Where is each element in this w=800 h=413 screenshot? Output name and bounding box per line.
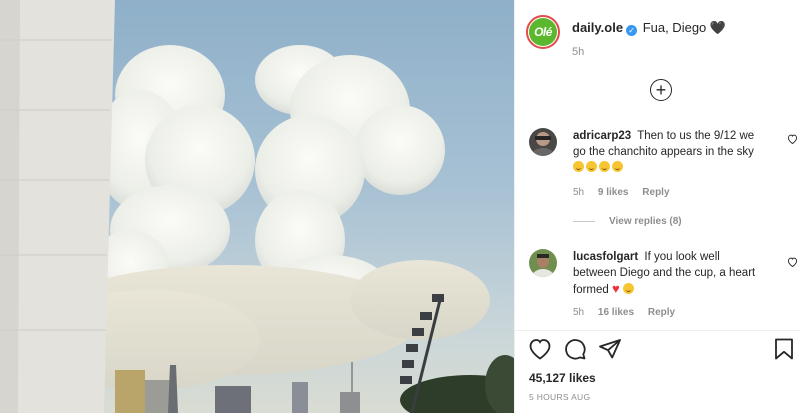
comment-item: lucasfolgart If you look well between Di… (529, 249, 798, 324)
reply-button[interactable]: Reply (648, 307, 675, 318)
comment-username[interactable]: lucasfolgart (573, 251, 638, 263)
sky-clouds-image (0, 0, 514, 413)
comment-username[interactable]: adricarp23 (573, 130, 631, 142)
post-likes-count[interactable]: 45,127 likes (529, 371, 596, 385)
post-photo[interactable] (0, 0, 514, 413)
laughing-emoji-icon (573, 161, 584, 172)
comment-like-icon[interactable] (787, 257, 798, 270)
post-date[interactable]: 5 HOURS AUG (529, 392, 590, 402)
account-avatar[interactable]: Olé (526, 15, 560, 49)
comment-time[interactable]: 5h (573, 187, 584, 198)
header-user-line: daily.ole ✓ Fua, Diego 🖤 (572, 20, 726, 36)
comment-icon[interactable] (563, 338, 587, 365)
post-time[interactable]: 5h (572, 46, 584, 58)
save-icon[interactable] (774, 338, 794, 365)
red-heart-emoji-icon: ♥ (612, 281, 620, 296)
view-replies-button[interactable]: View replies (8) (573, 216, 682, 227)
post-caption: Fua, Diego 🖤 (642, 20, 727, 35)
avatar-photo (529, 128, 557, 156)
comment-meta: 5h 16 likes Reply (573, 307, 686, 318)
post-header: Olé daily.ole ✓ Fua, Diego 🖤 5h (515, 0, 800, 66)
add-circle-icon: + (655, 79, 667, 100)
brand-logo: Olé (529, 18, 557, 46)
laughing-emoji-icon (586, 161, 597, 172)
comment-time[interactable]: 5h (573, 307, 584, 318)
post-side-panel: Olé daily.ole ✓ Fua, Diego 🖤 5h + adricar… (514, 0, 800, 413)
laughing-emoji-icon (612, 161, 623, 172)
actions-divider (515, 330, 800, 331)
post-actions-bar (515, 338, 800, 366)
comment-text-block: adricarp23 Then to us the 9/12 we go the… (573, 128, 763, 176)
comment-item: adricarp23 Then to us the 9/12 we go the… (529, 128, 798, 218)
comment-likes[interactable]: 16 likes (598, 307, 634, 318)
brand-logo-text: Olé (534, 25, 552, 39)
like-icon[interactable] (528, 338, 552, 365)
laughing-emoji-group (573, 161, 625, 174)
commenter-avatar[interactable] (529, 249, 557, 277)
comment-like-icon[interactable] (787, 134, 798, 147)
share-icon[interactable] (598, 338, 622, 365)
smile-emoji-icon (622, 283, 634, 294)
avatar-photo (529, 249, 557, 277)
replies-divider (573, 220, 595, 222)
laughing-emoji-icon (599, 161, 610, 172)
comment-meta: 5h 9 likes Reply (573, 187, 681, 198)
verified-icon: ✓ (626, 25, 638, 36)
commenter-avatar[interactable] (529, 128, 557, 156)
post-username[interactable]: daily.ole (572, 20, 623, 35)
comment-text-block: lucasfolgart If you look well between Di… (573, 249, 763, 298)
load-more-comments-button[interactable]: + (650, 79, 672, 101)
comment-likes[interactable]: 9 likes (598, 187, 629, 198)
reply-button[interactable]: Reply (642, 187, 669, 198)
view-replies-label: View replies (8) (609, 216, 682, 227)
